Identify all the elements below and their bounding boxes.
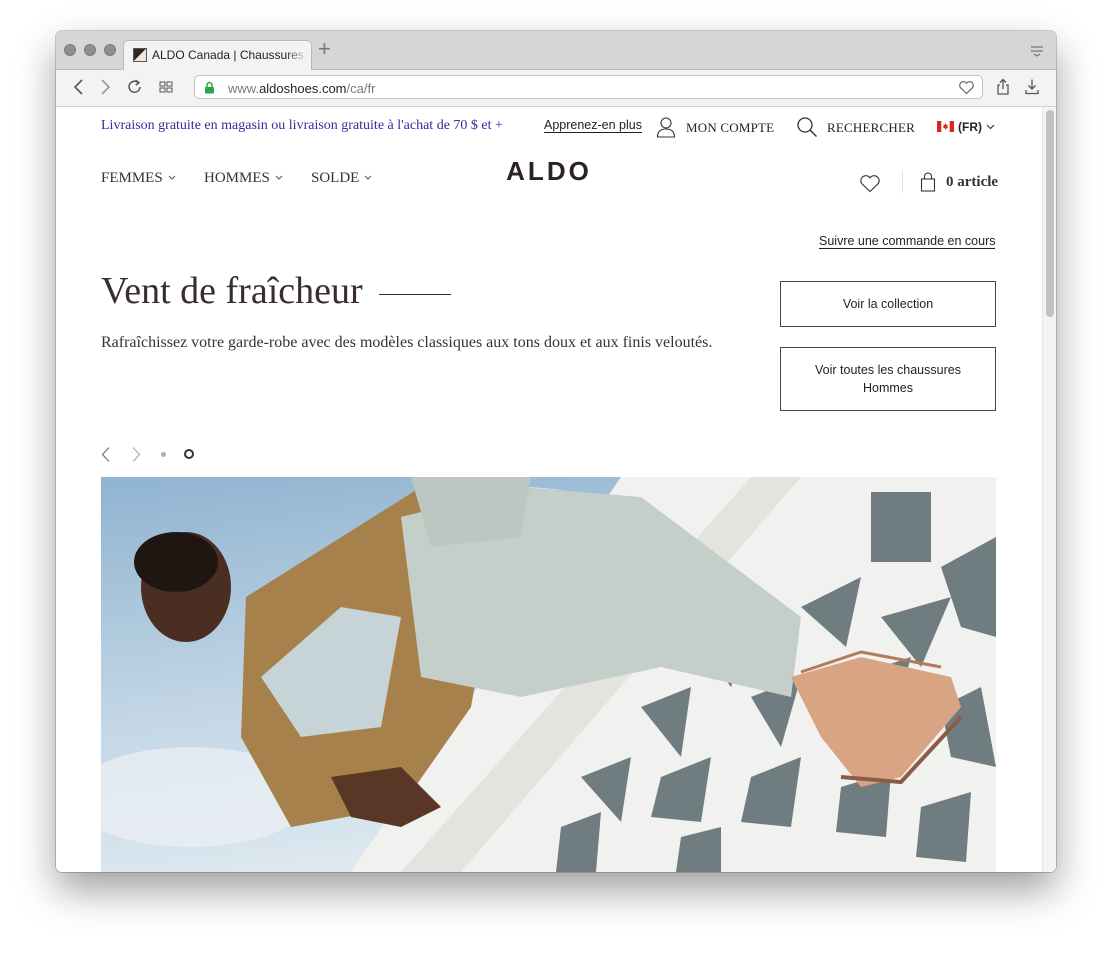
nav-item-femmes[interactable]: FEMMES [101, 170, 176, 187]
nav-label: SOLDE [311, 170, 360, 186]
logo-wordmark: ALDO [506, 158, 592, 184]
user-icon[interactable] [656, 116, 676, 138]
hero-description: Rafraîchissez votre garde-robe avec des … [101, 334, 713, 351]
nav-item-solde[interactable]: SOLDE [311, 170, 372, 187]
browser-window: ALDO Canada | Chaussures, bottes, sacs à… [56, 31, 1056, 872]
cart-count[interactable]: 0 article [946, 174, 998, 191]
download-icon[interactable] [1024, 78, 1040, 96]
tab-title: ALDO Canada | Chaussures, bottes, sacs à… [152, 48, 308, 62]
flag-canada-icon[interactable] [937, 121, 954, 132]
language-selector[interactable]: (FR) [958, 120, 982, 134]
search-icon[interactable] [796, 116, 818, 138]
search-link[interactable]: RECHERCHER [827, 120, 915, 136]
browser-toolbar: www.aldoshoes.com/ca/fr [56, 70, 1056, 107]
wishlist-heart-icon[interactable] [859, 174, 881, 193]
aldo-logo[interactable]: ALDO [492, 158, 606, 184]
tab-bar: ALDO Canada | Chaussures, bottes, sacs à… [56, 31, 1056, 70]
tab-overview-icon[interactable] [1030, 45, 1044, 57]
learn-more-link[interactable]: Apprenez-en plus [544, 118, 642, 133]
page-scrollbar[interactable] [1042, 107, 1056, 872]
nav-item-hommes[interactable]: HOMMES [204, 170, 283, 187]
cta-label: Voir toutes les chaussures Hommes [815, 363, 961, 395]
browser-tab-active[interactable]: ALDO Canada | Chaussures, bottes, sacs à… [123, 40, 312, 70]
arrow-right-icon[interactable] [130, 446, 142, 463]
new-tab-button[interactable]: + [318, 38, 331, 60]
close-window-button[interactable] [64, 44, 76, 56]
chevron-down-icon [364, 175, 372, 180]
url-domain: aldoshoes.com [259, 81, 347, 96]
chevron-down-icon[interactable] [986, 124, 995, 130]
zoom-window-button[interactable] [104, 44, 116, 56]
grid-icon[interactable] [158, 78, 174, 96]
nav-label: FEMMES [101, 170, 163, 186]
heart-icon[interactable] [958, 80, 975, 95]
carousel-dot-2-active[interactable] [184, 449, 194, 459]
arrow-left-icon[interactable] [100, 446, 112, 463]
promo-banner: Livraison gratuite en magasin ou livrais… [101, 118, 503, 133]
hero-title: Vent de fraîcheur [101, 270, 363, 312]
chevron-down-icon [168, 175, 176, 180]
scrollbar-thumb[interactable] [1046, 110, 1054, 317]
view-all-men-shoes-button[interactable]: Voir toutes les chaussures Hommes [780, 347, 996, 411]
account-link[interactable]: MON COMPTE [686, 120, 774, 136]
bag-icon[interactable] [920, 172, 936, 192]
view-collection-button[interactable]: Voir la collection [780, 281, 996, 327]
carousel-dot-1[interactable] [161, 452, 166, 457]
forward-icon[interactable] [98, 78, 112, 96]
share-icon[interactable] [995, 78, 1011, 96]
url-prefix: www. [228, 81, 260, 96]
hero-image [101, 477, 996, 872]
minimize-window-button[interactable] [84, 44, 96, 56]
back-icon[interactable] [72, 78, 86, 96]
url-text: www.aldoshoes.com/ca/fr [228, 81, 375, 96]
web-page: Livraison gratuite en magasin ou livrais… [56, 107, 1056, 872]
lock-icon [205, 81, 214, 94]
header-divider [902, 171, 903, 193]
track-order-link[interactable]: Suivre une commande en cours [819, 234, 996, 249]
title-underline [379, 294, 451, 295]
address-bar[interactable]: www.aldoshoes.com/ca/fr [194, 75, 983, 99]
site-favicon-icon [133, 48, 147, 62]
cta-label: Voir la collection [842, 297, 934, 311]
reload-icon[interactable] [126, 78, 144, 96]
url-path: /ca/fr [346, 81, 376, 96]
nav-label: HOMMES [204, 170, 270, 186]
chevron-down-icon [275, 175, 283, 180]
